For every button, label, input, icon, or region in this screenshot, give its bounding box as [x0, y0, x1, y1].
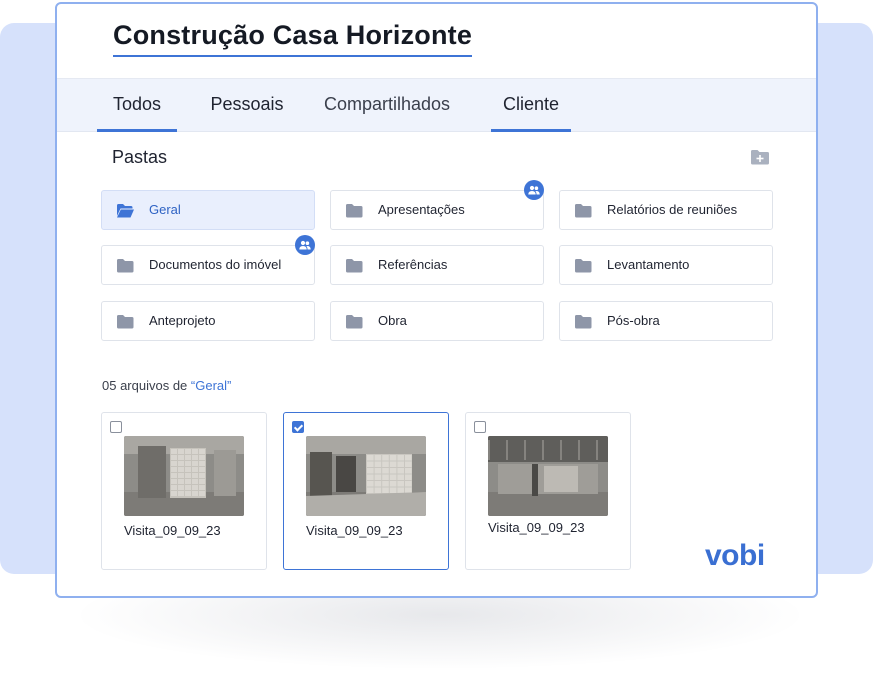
folder-label: Levantamento: [607, 257, 690, 272]
folder-item[interactable]: Geral: [101, 190, 315, 230]
folder-icon: [575, 204, 592, 218]
folder-item[interactable]: Levantamento: [559, 245, 773, 285]
folder-label: Obra: [378, 313, 407, 328]
shared-users-icon: [524, 180, 544, 200]
file-card[interactable]: Visita_09_09_23: [101, 412, 267, 570]
files-count-folder: “Geral”: [190, 378, 232, 393]
tab-bar: Todos Pessoais Compartilhados Cliente: [57, 79, 816, 132]
folders-heading: Pastas: [112, 147, 168, 167]
tab-todos[interactable]: Todos: [97, 79, 177, 132]
folder-item[interactable]: Relatórios de reuniões: [559, 190, 773, 230]
folder-label: Referências: [378, 257, 448, 272]
folder-item[interactable]: Obra: [330, 301, 544, 341]
file-name: Visita_09_09_23: [488, 520, 585, 535]
folder-label: Apresentações: [378, 202, 465, 217]
vobi-logo: vobi: [705, 539, 765, 572]
tab-cliente[interactable]: Cliente: [491, 79, 571, 132]
folder-label: Pós-obra: [607, 313, 660, 328]
folder-open-icon: [117, 204, 134, 218]
tab-compartilhados[interactable]: Compartilhados: [317, 79, 457, 132]
file-card[interactable]: Visita_09_09_23: [283, 412, 449, 570]
folder-plus-icon: [751, 150, 769, 165]
folder-icon: [346, 259, 363, 273]
file-thumbnail: [306, 436, 426, 516]
file-checkbox[interactable]: [292, 421, 304, 433]
folder-label: Documentos do imóvel: [149, 257, 282, 272]
header: Construção Casa Horizonte: [57, 4, 816, 79]
file-name: Visita_09_09_23: [124, 523, 221, 538]
folder-item[interactable]: Apresentações: [330, 180, 544, 230]
tab-pessoais[interactable]: Pessoais: [205, 79, 289, 132]
file-thumbnail: [488, 436, 608, 516]
folder-label: Anteprojeto: [149, 313, 216, 328]
folder-icon: [117, 259, 134, 273]
page-title: Construção Casa Horizonte: [113, 20, 473, 57]
file-card[interactable]: Visita_09_09_23: [465, 412, 631, 570]
file-checkbox[interactable]: [474, 421, 486, 433]
file-manager-window: Construção Casa Horizonte Todos Pessoais…: [55, 2, 818, 598]
file-name: Visita_09_09_23: [306, 523, 403, 538]
folder-item[interactable]: Referências: [330, 245, 544, 285]
folder-item[interactable]: Anteprojeto: [101, 301, 315, 341]
folder-item[interactable]: Pós-obra: [559, 301, 773, 341]
file-checkbox[interactable]: [110, 421, 122, 433]
folder-item[interactable]: Documentos do imóvel: [101, 235, 315, 285]
folder-icon: [346, 204, 363, 218]
shared-users-icon: [295, 235, 315, 255]
folder-icon: [346, 315, 363, 329]
folder-label: Relatórios de reuniões: [607, 202, 738, 217]
folder-icon: [575, 259, 592, 273]
files-count: 05 arquivos de “Geral”: [102, 378, 231, 393]
folder-icon: [575, 315, 592, 329]
file-thumbnail: [124, 436, 244, 516]
folder-label: Geral: [149, 202, 181, 217]
folder-icon: [117, 315, 134, 329]
new-folder-button[interactable]: [750, 148, 770, 166]
files-count-prefix: 05 arquivos de: [102, 378, 191, 393]
